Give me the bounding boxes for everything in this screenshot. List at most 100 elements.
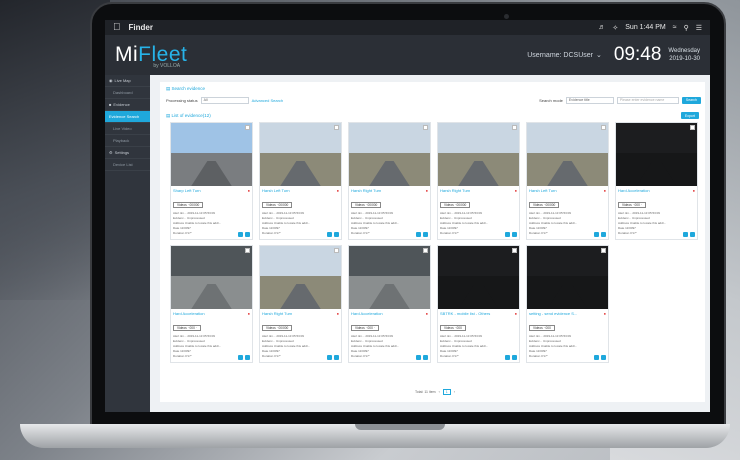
card-title[interactable]: setting - send evidence S...: [529, 311, 577, 316]
menubar-app-name[interactable]: Finder: [129, 23, 153, 32]
sidebar-item-dashboard[interactable]: Dashboard: [105, 87, 150, 99]
download-icon[interactable]: [690, 232, 695, 237]
card-tag: Videos · 00/000: [351, 202, 382, 208]
play-icon[interactable]: [416, 355, 421, 360]
play-icon[interactable]: [505, 232, 510, 237]
search-mode-value: Evidence title: [568, 98, 590, 102]
play-icon[interactable]: [683, 232, 688, 237]
video-thumbnail[interactable]: [171, 246, 252, 309]
download-icon[interactable]: [601, 232, 606, 237]
menubar-clock[interactable]: Sun 1:44 PM: [625, 24, 665, 31]
evidence-card[interactable]: Harsh Right Turn ● Videos · 00/000 Alert…: [437, 122, 520, 240]
card-actions: [238, 232, 250, 237]
evidence-card[interactable]: Harsh Right Turn ● Videos · 00/000 Alert…: [259, 245, 342, 363]
download-icon[interactable]: [423, 355, 428, 360]
evidence-card[interactable]: SBTRK - mobile list - Others ● Videos · …: [437, 245, 520, 363]
card-checkbox[interactable]: [512, 125, 517, 130]
card-checkbox[interactable]: [334, 125, 339, 130]
video-thumbnail[interactable]: [260, 123, 341, 186]
evidence-card[interactable]: Harsh Left Turn ● Videos · 00/000 Alert …: [259, 122, 342, 240]
card-title[interactable]: Harsh Right Turn: [351, 188, 381, 193]
download-icon[interactable]: [423, 232, 428, 237]
next-page-icon[interactable]: ›: [454, 390, 455, 394]
card-checkbox[interactable]: [512, 248, 517, 253]
apple-icon[interactable]: : [113, 22, 121, 33]
card-checkbox[interactable]: [423, 248, 428, 253]
card-title[interactable]: SBTRK - mobile list - Others: [440, 311, 490, 316]
video-thumbnail[interactable]: [527, 246, 608, 309]
download-icon[interactable]: [334, 355, 339, 360]
evidence-card[interactable]: Hard Acceleration ● Videos · 000 · Alert…: [348, 245, 431, 363]
sidebar-item-live-map[interactable]: ◉ Live Map: [105, 75, 150, 87]
sidebar-item-playback[interactable]: Playback: [105, 135, 150, 147]
card-actions: [594, 232, 606, 237]
card-checkbox[interactable]: [601, 125, 606, 130]
card-checkbox[interactable]: [245, 125, 250, 130]
download-icon[interactable]: [334, 232, 339, 237]
play-icon[interactable]: [238, 232, 243, 237]
card-checkbox[interactable]: [245, 248, 250, 253]
video-thumbnail[interactable]: [438, 246, 519, 309]
evidence-card[interactable]: Harsh Right Turn ● Videos · 00/000 Alert…: [348, 122, 431, 240]
evidence-card[interactable]: Hard Acceleration ● Videos · 000 · Alert…: [615, 122, 698, 240]
card-checkbox[interactable]: [423, 125, 428, 130]
video-thumbnail[interactable]: [527, 123, 608, 186]
card-title[interactable]: Hard Acceleration: [173, 311, 205, 316]
user-menu[interactable]: Username: DCSUser ⌄: [527, 51, 602, 60]
video-thumbnail[interactable]: [260, 246, 341, 309]
evidence-card[interactable]: setting - send evidence S... ● Videos · …: [526, 245, 609, 363]
search-mode-select[interactable]: Evidence title: [565, 96, 614, 104]
card-title[interactable]: Harsh Left Turn: [262, 188, 290, 193]
card-title[interactable]: Harsh Right Turn: [440, 188, 470, 193]
play-icon[interactable]: [594, 232, 599, 237]
search-button[interactable]: Search: [681, 96, 701, 104]
alert-icon: ●: [603, 188, 606, 193]
play-icon[interactable]: [594, 355, 599, 360]
evidence-card[interactable]: Sharp Left Turn ● Videos · 00/000 Alert …: [170, 122, 253, 240]
spotlight-icon[interactable]: ⚲: [684, 24, 689, 32]
volume-icon[interactable]: ♬: [598, 24, 605, 31]
download-icon[interactable]: [512, 355, 517, 360]
video-thumbnail[interactable]: [349, 123, 430, 186]
video-thumbnail[interactable]: [171, 123, 252, 186]
thumbnail-sky: [438, 246, 519, 277]
card-title[interactable]: Hard Acceleration: [618, 188, 650, 193]
video-thumbnail[interactable]: [438, 123, 519, 186]
sidebar-item-evidence-search[interactable]: Evidence Search: [105, 111, 150, 123]
card-checkbox[interactable]: [690, 125, 695, 130]
evidence-card[interactable]: Hard Acceleration ● Videos · 000 · Alert…: [170, 245, 253, 363]
play-icon[interactable]: [238, 355, 243, 360]
sidebar-item-device-list[interactable]: Device List: [105, 159, 150, 171]
bluetooth-icon[interactable]: ✧: [612, 24, 618, 32]
menu-list-icon[interactable]: ☰: [696, 24, 702, 32]
video-thumbnail[interactable]: [349, 246, 430, 309]
sidebar-item-live-video[interactable]: Live Video: [105, 123, 150, 135]
card-title[interactable]: Sharp Left Turn: [173, 188, 201, 193]
card-checkbox[interactable]: [601, 248, 606, 253]
download-icon[interactable]: [512, 232, 517, 237]
pagination-current-page[interactable]: 1: [442, 389, 451, 395]
advanced-search-link[interactable]: Advanced Search: [252, 98, 284, 103]
play-icon[interactable]: [505, 355, 510, 360]
search-input[interactable]: Please enter evidence name: [616, 96, 679, 104]
card-checkbox[interactable]: [334, 248, 339, 253]
download-icon[interactable]: [245, 232, 250, 237]
play-icon[interactable]: [416, 232, 421, 237]
prev-page-icon[interactable]: ‹: [439, 390, 440, 394]
download-icon[interactable]: [601, 355, 606, 360]
evidence-card[interactable]: Harsh Left Turn ● Videos · 00/000 Alert …: [526, 122, 609, 240]
video-thumbnail[interactable]: [616, 123, 697, 186]
play-icon[interactable]: [327, 232, 332, 237]
sidebar-item-evidence[interactable]: ■ Evidence: [105, 99, 150, 111]
card-title-row: Harsh Right Turn ●: [438, 186, 519, 193]
card-title[interactable]: Harsh Left Turn: [529, 188, 557, 193]
sidebar-item-settings[interactable]: ⚙ Settings: [105, 147, 150, 159]
processing-status-select[interactable]: All: [200, 96, 249, 104]
wifi-icon[interactable]: ≈: [673, 24, 677, 31]
download-icon[interactable]: [245, 355, 250, 360]
card-title[interactable]: Harsh Right Turn: [262, 311, 292, 316]
card-title[interactable]: Hard Acceleration: [351, 311, 383, 316]
export-button[interactable]: Export: [680, 112, 699, 119]
play-icon[interactable]: [327, 355, 332, 360]
card-tag: Videos · 00/000: [262, 202, 293, 208]
